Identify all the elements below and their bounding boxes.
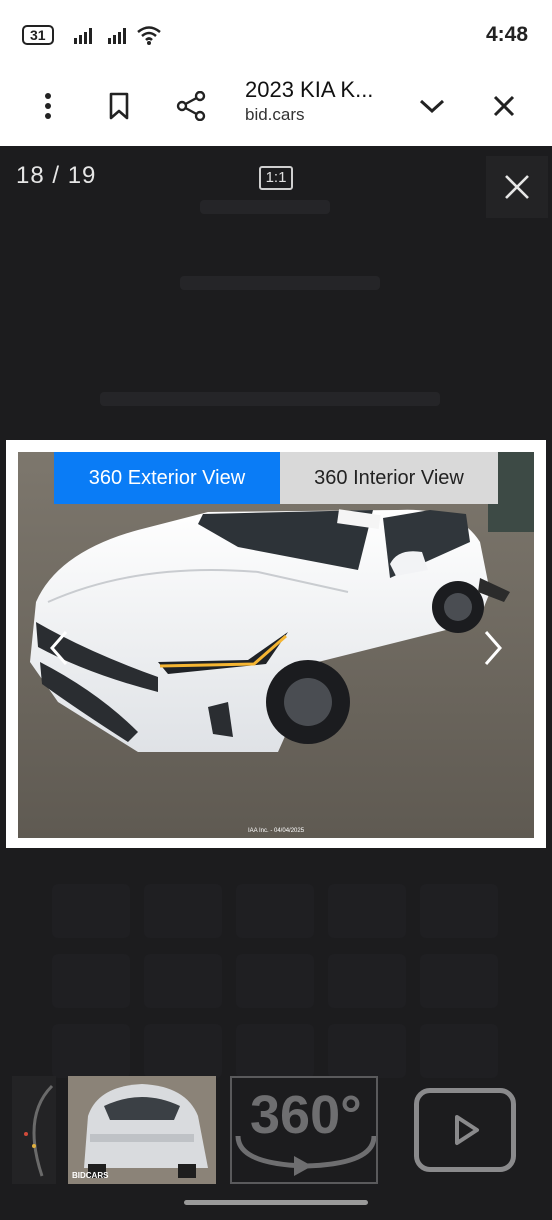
- background-thumb: [236, 1024, 314, 1078]
- 360-icon: [235, 1135, 376, 1176]
- clock: 4:48: [485, 23, 528, 46]
- background-text: [100, 392, 440, 406]
- background-thumb: [236, 954, 314, 1008]
- background-thumb: [420, 1024, 498, 1078]
- tab-360-exterior[interactable]: 360 Exterior View: [54, 452, 280, 504]
- signal-icon: [108, 26, 126, 44]
- chevron-down-icon[interactable]: [412, 86, 452, 126]
- background-thumb: [52, 1024, 130, 1078]
- car-photo: 360 Exterior View 360 Interior View IAA …: [18, 452, 534, 838]
- image-gallery-viewer: 18 / 19 1:1 360 Exterior View 360 Interi…: [0, 146, 552, 1220]
- rear-thumb-image: [68, 1076, 216, 1184]
- background-text: [180, 276, 380, 290]
- page-title: 2023 KIA K...: [245, 77, 374, 102]
- wifi-icon: [137, 26, 161, 45]
- background-thumb: [144, 884, 222, 938]
- play-icon: [455, 1115, 479, 1145]
- background-thumb: [52, 884, 130, 938]
- close-icon: [505, 175, 529, 199]
- screen: 31 4:48 2023 KIA K... bid.cars 18 / 19 1…: [0, 0, 552, 1220]
- image-counter: 18 / 19: [16, 162, 97, 189]
- photo-credit: IAA Inc. - 04/04/2025: [248, 828, 305, 834]
- video-play-button[interactable]: [414, 1088, 516, 1172]
- background-thumb: [144, 1024, 222, 1078]
- watermark: BIDCARS: [72, 1171, 109, 1180]
- share-icon[interactable]: [171, 86, 211, 126]
- page-domain: bid.cars: [245, 105, 305, 124]
- background-thumb: [420, 954, 498, 1008]
- thumbnail-360-view[interactable]: 360°: [230, 1076, 378, 1184]
- next-arrow-icon[interactable]: [478, 628, 508, 668]
- background-thumb: [328, 884, 406, 938]
- background-thumb: [52, 954, 130, 1008]
- thumbnail-strip: BIDCARS 360°: [0, 1076, 552, 1186]
- status-bar: 31 4:48: [0, 0, 552, 72]
- background-thumb: [328, 1024, 406, 1078]
- more-vert-icon[interactable]: [28, 86, 68, 126]
- home-indicator: [184, 1200, 368, 1205]
- actual-size-button[interactable]: 1:1: [259, 166, 293, 190]
- dashboard-thumb-image: [12, 1076, 56, 1184]
- main-photo-frame: 360 Exterior View 360 Interior View IAA …: [6, 440, 546, 848]
- car-image: [18, 452, 534, 838]
- browser-toolbar: 2023 KIA K... bid.cars: [0, 72, 552, 146]
- background-thumb: [236, 884, 314, 938]
- background-thumb: [144, 954, 222, 1008]
- previous-arrow-icon[interactable]: [44, 628, 74, 668]
- bookmark-icon[interactable]: [99, 86, 139, 126]
- background-thumb: [328, 954, 406, 1008]
- background-thumb: [420, 884, 498, 938]
- thumbnail-dashboard[interactable]: [12, 1076, 56, 1184]
- thumbnail-rear-view[interactable]: BIDCARS: [68, 1076, 216, 1184]
- tab-360-interior[interactable]: 360 Interior View: [280, 452, 498, 504]
- close-icon[interactable]: [484, 86, 524, 126]
- notification-badge: 31: [22, 25, 54, 45]
- background-text: [200, 200, 330, 214]
- close-gallery-button[interactable]: [486, 156, 548, 218]
- signal-icon: [74, 26, 92, 44]
